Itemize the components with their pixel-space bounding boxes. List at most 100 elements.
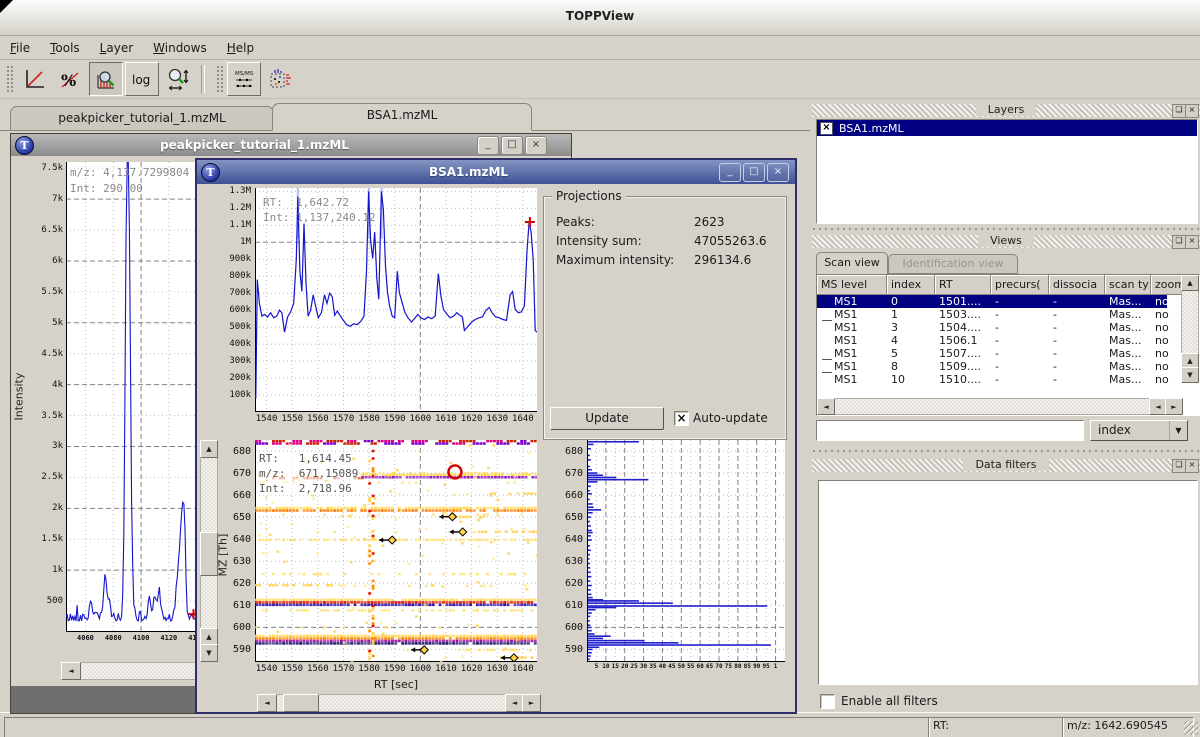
tic-projection-plot[interactable]: RT: 1,642.72 Int: 1,137,240.12 <box>255 188 537 412</box>
window-peakpicker-titlebar[interactable]: T peakpicker_tutorial_1.mzML _ □ × <box>11 134 571 156</box>
table-row[interactable]: MS131504....--Mas...no <box>817 321 1167 334</box>
cell-zoom: no <box>1151 295 1183 308</box>
scan-search-input[interactable] <box>816 420 1084 441</box>
view-tab-scan-view[interactable]: Scan view <box>816 252 888 275</box>
close-icon[interactable]: × <box>767 163 789 182</box>
menu-tools[interactable]: Tools <box>40 39 90 57</box>
cell-RT: 1501.... <box>935 295 991 308</box>
tab-BSA1.mzML[interactable]: BSA1.mzML <box>272 103 532 131</box>
update-button[interactable]: Update <box>550 407 664 430</box>
cell-index: 10 <box>887 373 935 386</box>
minimize-icon[interactable]: _ <box>477 136 499 155</box>
linear-scale-icon[interactable] <box>17 62 51 96</box>
layers-dock-header[interactable]: Layers ❏ × <box>812 104 1200 117</box>
scroll-left-icon[interactable]: ◄ <box>257 694 277 712</box>
auto-update-checkbox[interactable]: × <box>674 411 689 426</box>
views-dock-title: Views <box>978 234 1034 247</box>
snap-to-max-intensity-icon[interactable] <box>89 62 123 96</box>
float-panel-icon[interactable]: ❏ <box>1172 104 1186 118</box>
column-header-precurs[interactable]: precurs( <box>991 275 1049 295</box>
cell-RT: 1503.... <box>935 308 991 321</box>
y-tick-label: 3.5k <box>29 411 63 421</box>
cell-MSlevel: MS1 <box>817 295 887 308</box>
column-header-MSlevel[interactable]: MS level <box>817 275 887 295</box>
enable-all-filters-checkbox[interactable] <box>820 694 835 709</box>
scroll-up-icon[interactable]: ▲ <box>1181 275 1199 291</box>
close-icon[interactable]: × <box>1185 235 1199 249</box>
scroll-left-icon[interactable]: ◄ <box>61 662 81 680</box>
menu-windows[interactable]: Windows <box>143 39 217 57</box>
projections-icon[interactable] <box>263 62 297 96</box>
column-header-RT[interactable]: RT <box>935 275 991 295</box>
table-row[interactable]: MS1101510....--Mas...no <box>817 373 1167 386</box>
window-bsa1-titlebar[interactable]: T BSA1.mzML _ □ × <box>197 160 795 184</box>
scroll-up-icon[interactable]: ▲ <box>200 440 218 458</box>
float-panel-icon[interactable]: ❏ <box>1172 235 1186 249</box>
heatmap-2d-plot[interactable]: RT: 1,614.45 m/z: 671.15089 Int: 2,718.9… <box>255 440 537 662</box>
status-rt: RT: <box>928 717 1064 737</box>
layer-item-BSA1.mzML[interactable]: ×BSA1.mzML <box>817 120 1197 136</box>
table-row[interactable]: MS101501....--Mas...no <box>817 295 1167 308</box>
data-filters-dock-title: Data filters <box>963 458 1048 471</box>
scroll-right-icon[interactable]: ► <box>1165 398 1183 415</box>
menu-file[interactable]: File <box>0 39 40 57</box>
tab-peakpicker_tutorial_1.mzML[interactable]: peakpicker_tutorial_1.mzML <box>10 106 274 130</box>
column-header-scanty[interactable]: scan ty <box>1105 275 1151 295</box>
scroll-down-icon[interactable]: ▼ <box>200 644 218 662</box>
y-tick-label: 620 <box>217 578 251 589</box>
search-column-combobox[interactable]: index ▼ <box>1090 420 1188 441</box>
y-tick-label: 660 <box>217 490 251 501</box>
minimize-icon[interactable]: _ <box>719 163 741 182</box>
log-scale-icon[interactable]: log <box>125 62 159 96</box>
msms-view-icon[interactable]: MS/MS <box>227 62 261 96</box>
chevron-down-icon: ▼ <box>1169 421 1187 440</box>
heatmap-vscrollbar-thumb[interactable] <box>200 532 218 576</box>
close-icon[interactable]: × <box>525 136 547 155</box>
cell-zoom: no <box>1151 308 1183 321</box>
table-row[interactable]: +MS151507....--Mas...no <box>817 347 1167 360</box>
column-header-zoom[interactable]: zoom <box>1151 275 1183 295</box>
table-horizontal-scrollbar[interactable] <box>833 398 1157 415</box>
close-icon[interactable]: × <box>1185 104 1199 118</box>
layer-visibility-checkbox[interactable]: × <box>820 122 833 135</box>
menu-layer[interactable]: Layer <box>90 39 143 57</box>
cell-scanty: Mas... <box>1105 321 1151 334</box>
toolbar-handle[interactable] <box>6 65 13 93</box>
menu-help[interactable]: Help <box>217 39 264 57</box>
cell-scanty: Mas... <box>1105 347 1151 360</box>
views-dock-header[interactable]: Views ❏ × <box>812 235 1200 248</box>
table-row[interactable]: +MS181509....--Mas...no <box>817 360 1167 373</box>
column-header-index[interactable]: index <box>887 275 935 295</box>
close-icon[interactable]: × <box>1185 459 1199 473</box>
maximize-icon[interactable]: □ <box>743 163 765 182</box>
maximize-icon[interactable]: □ <box>501 136 523 155</box>
heatmap-overlay-int: Int: 2,718.96 <box>259 482 352 495</box>
y-tick-label: 1.5k <box>29 534 63 544</box>
table-row[interactable]: MS141506.1--Mas...no <box>817 334 1167 347</box>
toppview-window-icon: T <box>15 136 34 155</box>
toolbar-handle[interactable] <box>216 65 223 93</box>
table-row[interactable]: +MS111503....--Mas...no <box>817 308 1167 321</box>
dock-splitter[interactable] <box>812 226 1200 232</box>
y-tick-label: 680 <box>549 446 583 457</box>
scroll-down-icon[interactable]: ▼ <box>1181 367 1199 383</box>
zoom-reset-icon[interactable] <box>161 62 195 96</box>
percentage-scale-icon[interactable]: % <box>53 62 87 96</box>
svg-text:%: % <box>61 71 76 90</box>
float-panel-icon[interactable]: ❏ <box>1172 459 1186 473</box>
heatmap-hscrollbar-thumb[interactable] <box>283 694 319 712</box>
scroll-left-icon[interactable]: ◄ <box>817 398 835 415</box>
scroll-right-icon[interactable]: ► <box>522 694 541 712</box>
status-bar: RT: m/z: 1642.690545 <box>0 712 1200 737</box>
mz-projection-plot[interactable] <box>587 440 785 662</box>
cell-MSlevel: MS1 <box>817 373 887 386</box>
resize-grip[interactable] <box>1184 721 1198 735</box>
cell-index: 8 <box>887 360 935 373</box>
mz-projection-x-tick-labels: 51015202530354045505560657075808590951 <box>587 663 785 671</box>
y-tick-label: 600 <box>549 622 583 633</box>
data-filters-dock-header[interactable]: Data filters ❏ × <box>812 459 1200 472</box>
dock-splitter[interactable] <box>812 448 1200 454</box>
column-header-dissocia[interactable]: dissocia <box>1049 275 1105 295</box>
views-tab-bar: Scan viewIdentification view <box>816 252 1198 275</box>
app-titlebar[interactable]: TOPPView <box>0 0 1200 36</box>
